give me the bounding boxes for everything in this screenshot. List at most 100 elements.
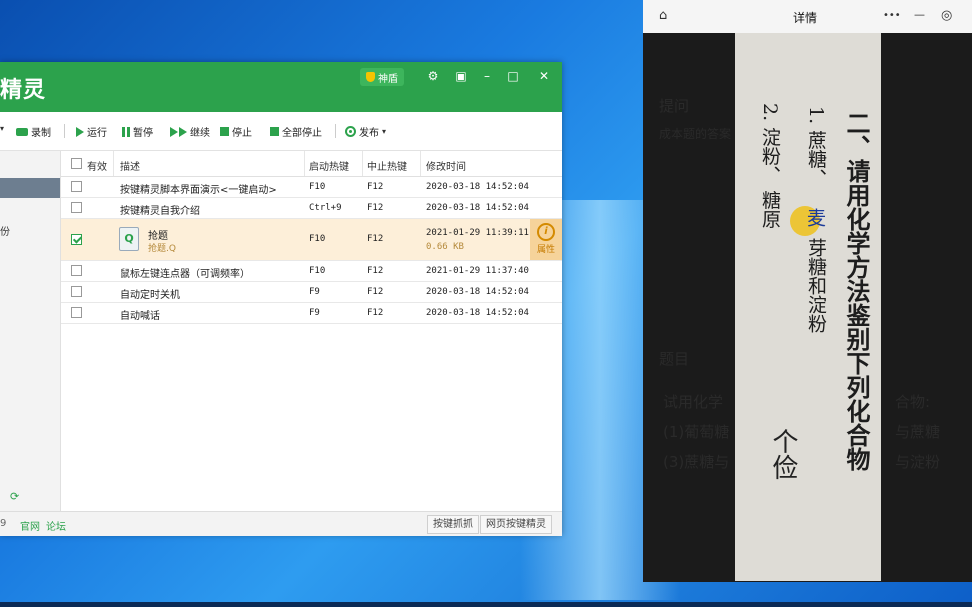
- close-button[interactable]: ✕: [535, 68, 553, 84]
- sidebar-item-backup[interactable]: 份: [0, 223, 10, 238]
- minimize-icon[interactable]: —: [914, 8, 925, 21]
- row-desc: 按键精灵脚本界面演示<一键启动>: [120, 185, 277, 196]
- record-label: 录制: [31, 128, 51, 139]
- row-modified: 2020-03-18 14:52:04: [426, 308, 529, 318]
- row-checkbox[interactable]: [71, 265, 82, 276]
- forum-link[interactable]: 论坛: [46, 518, 66, 533]
- row-desc: 自动喊话: [120, 311, 160, 322]
- web-key-sprite-button[interactable]: 网页按键精灵: [480, 515, 552, 534]
- info-icon: i: [537, 223, 555, 241]
- table-row[interactable]: 鼠标左键连点器（可调频率） F10 F12 2021-01-29 11:37:4…: [61, 261, 562, 282]
- continue-icon-a: [170, 126, 178, 137]
- header-desc[interactable]: 描述: [120, 158, 140, 173]
- skin-icon[interactable]: ▣: [452, 68, 470, 84]
- row-modified: 2020-03-18 14:52:04: [426, 182, 529, 192]
- toolbar-divider: [64, 124, 65, 138]
- stop-all-button[interactable]: 全部停止: [270, 124, 322, 139]
- shield-button[interactable]: 神盾: [360, 68, 404, 86]
- ghost-question-2: (1)葡萄糖: [663, 423, 730, 441]
- table-row-selected[interactable]: Q 抢题 抢题.Q F10 F12 2021-01-29 11:39:11 0.…: [61, 219, 562, 261]
- table-row[interactable]: 按键精灵自我介绍 Ctrl+9 F12 2020-03-18 14:52:04: [61, 198, 562, 219]
- detail-title: 详情: [793, 11, 818, 25]
- row-start-key: F9: [309, 308, 320, 318]
- stop-all-label: 全部停止: [282, 128, 322, 139]
- more-icon[interactable]: •••: [883, 10, 901, 21]
- shield-icon: [366, 72, 375, 82]
- record-button[interactable]: 录制: [16, 124, 51, 139]
- stop-label: 停止: [232, 128, 252, 139]
- row-start-key: F10: [309, 234, 326, 244]
- header-start-key[interactable]: 启动热键: [309, 158, 349, 173]
- chevron-down-icon: ▾: [382, 127, 387, 136]
- ghost-question-3: (3)蔗糖与: [663, 453, 730, 471]
- row-start-key: F9: [309, 287, 320, 297]
- properties-button[interactable]: i 属性: [530, 219, 562, 260]
- key-capture-button[interactable]: 按键抓抓: [427, 515, 479, 534]
- header-stop-key[interactable]: 中止热键: [367, 158, 407, 173]
- pause-label: 暂停: [133, 128, 153, 139]
- table-header: 有效 描述 启动热键 中止热键 修改时间: [61, 151, 562, 177]
- detail-title-bar: ⌂ 详情 ••• — ◎: [643, 0, 972, 34]
- ghost-topic-heading: 题目: [659, 350, 690, 368]
- table-row[interactable]: 按键精灵脚本界面演示<一键启动> F10 F12 2020-03-18 14:5…: [61, 177, 562, 198]
- row-checkbox-checked[interactable]: [71, 234, 82, 245]
- column-divider: [362, 151, 363, 176]
- detail-window: ⌂ 详情 ••• — ◎ 提问 成本题的答案 题目 试用化学 (1)葡萄糖 (3…: [643, 0, 972, 582]
- target-icon[interactable]: ◎: [941, 8, 952, 23]
- row-checkbox[interactable]: [71, 202, 82, 213]
- website-link[interactable]: 官网: [20, 518, 40, 533]
- publish-button[interactable]: 发布 ▾: [345, 124, 386, 139]
- new-dropdown-button[interactable]: ▾: [0, 124, 4, 133]
- row-stop-key: F12: [367, 287, 384, 297]
- toolbar-divider: [335, 124, 336, 138]
- publish-label: 发布: [359, 128, 379, 139]
- row-desc: 按键精灵自我介绍: [120, 206, 200, 217]
- row-modified: 2021-01-29 11:39:11: [426, 228, 529, 238]
- ghost-right-2: 与蔗糖: [895, 423, 941, 441]
- select-all-checkbox[interactable]: [71, 158, 82, 169]
- run-button[interactable]: 运行: [76, 124, 107, 139]
- column-divider: [304, 151, 305, 176]
- script-file-icon: Q: [119, 227, 139, 251]
- stop-button[interactable]: 停止: [220, 124, 252, 139]
- app-window: 精灵 神盾 ⚙ ▣ – □ ✕ ▾ 录制 运行 暂停 继续 停止 全部停止 发布…: [0, 62, 562, 536]
- row-stop-key: F12: [367, 308, 384, 318]
- pause-button[interactable]: 暂停: [122, 124, 153, 139]
- row-filename: 抢题.Q: [148, 244, 176, 254]
- taskbar: [0, 602, 972, 607]
- toolbar: ▾ 录制 运行 暂停 继续 停止 全部停止 发布 ▾: [0, 112, 562, 151]
- row-start-key: Ctrl+9: [309, 203, 342, 213]
- row-checkbox[interactable]: [71, 286, 82, 297]
- header-modified[interactable]: 修改时间: [426, 158, 466, 173]
- paper-line-1-rest: 芽糖和淀粉: [805, 238, 827, 333]
- row-stop-key: F12: [367, 234, 384, 244]
- row-stop-key: F12: [367, 203, 384, 213]
- ghost-right-3: 与淀粉: [895, 453, 941, 471]
- continue-icon-b: [179, 126, 187, 137]
- row-checkbox[interactable]: [71, 307, 82, 318]
- continue-button[interactable]: 继续: [170, 124, 210, 139]
- row-modified: 2020-03-18 14:52:04: [426, 287, 529, 297]
- play-icon: [76, 126, 84, 137]
- ghost-question-1: 试用化学: [663, 393, 724, 411]
- app-title: 精灵: [0, 78, 47, 103]
- home-icon[interactable]: ⌂: [659, 8, 667, 23]
- question-photo: 二、请用化学方法鉴别下列化合物 1. 蔗糖、 芽糖和淀粉 2. 淀粉、 糖原 个…: [735, 33, 881, 581]
- refresh-icon[interactable]: ⟳: [10, 490, 19, 503]
- sidebar-item-selected[interactable]: [0, 178, 60, 198]
- settings-gear-icon[interactable]: ⚙: [424, 68, 442, 84]
- column-divider: [420, 151, 421, 176]
- minimize-button[interactable]: –: [478, 68, 496, 84]
- header-enabled[interactable]: 有效: [87, 158, 107, 173]
- maximize-button[interactable]: □: [504, 68, 522, 84]
- row-desc: 自动定时关机: [120, 290, 180, 301]
- table-row[interactable]: 自动定时关机 F9 F12 2020-03-18 14:52:04: [61, 282, 562, 303]
- stop-all-icon: [270, 127, 279, 136]
- ghost-ask-heading: 提问: [659, 97, 690, 115]
- row-checkbox[interactable]: [71, 181, 82, 192]
- table-row[interactable]: 自动喊话 F9 F12 2020-03-18 14:52:04: [61, 303, 562, 324]
- ghost-answer-line: 成本题的答案: [659, 127, 732, 141]
- dropdown-arrow-icon: ▾: [0, 124, 5, 133]
- row-start-key: F10: [309, 182, 326, 192]
- status-bar: 9 官网 论坛 按键抓抓 网页按键精灵: [0, 511, 562, 536]
